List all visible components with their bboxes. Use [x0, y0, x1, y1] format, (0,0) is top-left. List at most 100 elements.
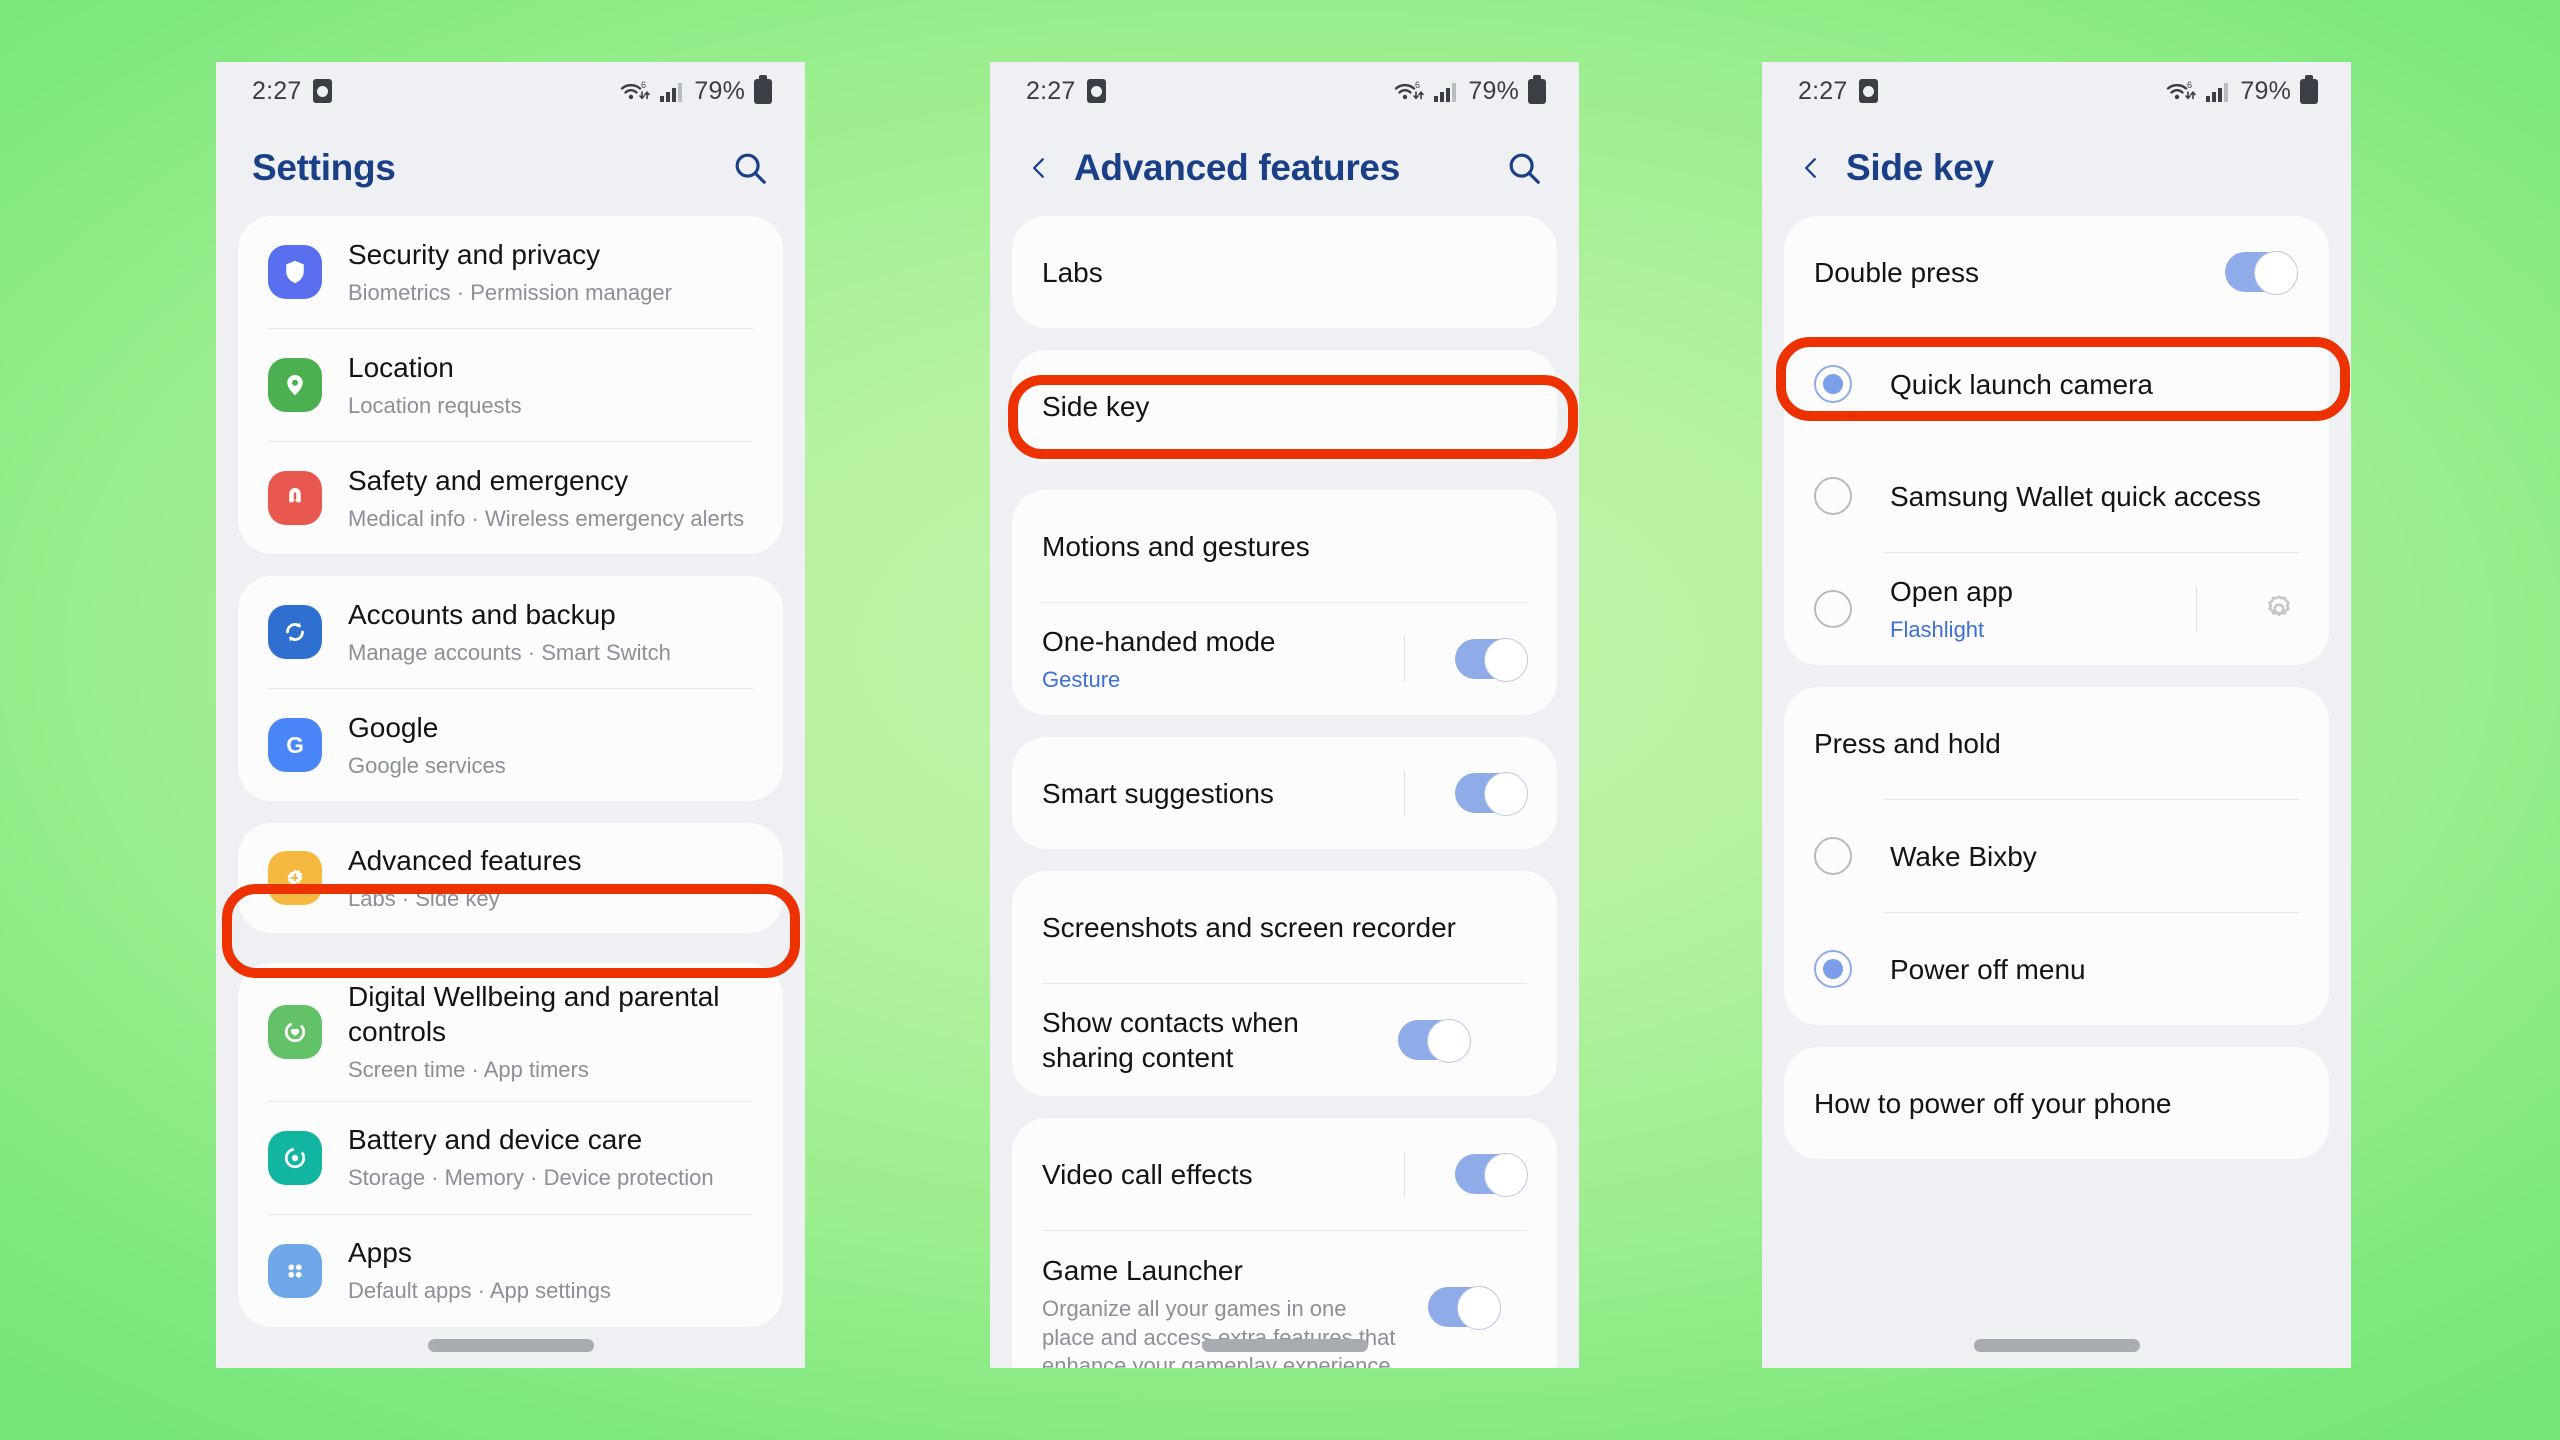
- row-texts: How to power off your phone: [1814, 1070, 2299, 1137]
- status-bar-left: 2:27: [1798, 77, 1879, 106]
- radio-button[interactable]: [1814, 590, 1852, 628]
- list-item-labs[interactable]: Labs: [1012, 216, 1557, 328]
- row-texts: Show contacts when sharing content: [1042, 989, 1372, 1091]
- cellular-signal-icon: [2206, 82, 2229, 102]
- row-texts: Press and hold: [1814, 710, 2299, 777]
- advanced-features-scroll-area[interactable]: Labs Side key Motions and gestures One-h…: [990, 216, 1579, 1368]
- search-icon[interactable]: [1505, 149, 1543, 187]
- row-texts: Location Location requests: [348, 334, 753, 437]
- row-title: Location: [348, 351, 454, 383]
- row-texts: Google Google services: [348, 694, 753, 797]
- gesture-bar[interactable]: [1973, 1339, 2140, 1352]
- settings-title-bar: Settings: [216, 120, 805, 216]
- vertical-divider: [1404, 636, 1405, 682]
- row-title: Side key: [1042, 390, 1150, 422]
- row-title: Samsung Wallet quick access: [1890, 480, 2261, 512]
- wifi-6-icon: 6: [621, 80, 651, 100]
- alarm-icon: [1087, 79, 1107, 103]
- google-g-icon: G: [268, 718, 322, 772]
- row-title: Power off menu: [1890, 953, 2086, 985]
- back-chevron-icon[interactable]: [1798, 155, 1824, 181]
- sidebar-item-location[interactable]: Location Location requests: [238, 329, 783, 441]
- game-launcher-toggle[interactable]: [1428, 1286, 1501, 1330]
- list-item-one-handed-mode[interactable]: One-handed mode Gesture: [1012, 603, 1557, 715]
- battery-percent-label: 79%: [1468, 76, 1519, 105]
- sidebar-item-digital-wellbeing[interactable]: Digital Wellbeing and parental controls …: [238, 963, 783, 1101]
- list-item-side-key[interactable]: Side key: [1012, 350, 1557, 462]
- af-group-side-key: Side key: [1012, 350, 1557, 462]
- settings-group-2: Accounts and backup Manage accounts · Sm…: [238, 576, 783, 801]
- back-chevron-icon[interactable]: [1026, 155, 1052, 181]
- location-pin-icon: [268, 358, 322, 412]
- sidebar-item-battery-and-device-care[interactable]: Battery and device care Storage · Memory…: [238, 1102, 783, 1214]
- sidebar-item-google[interactable]: G Google Google services: [238, 689, 783, 801]
- svg-text:6: 6: [2187, 80, 2192, 90]
- search-icon[interactable]: [731, 149, 769, 187]
- gear-icon[interactable]: [2259, 589, 2299, 629]
- advanced-features-title-bar: Advanced features: [990, 120, 1579, 216]
- list-item-screenshots-and-screen-recorder[interactable]: Screenshots and screen recorder: [1012, 871, 1557, 983]
- row-texts: Motions and gestures: [1042, 513, 1527, 580]
- settings-scroll-area[interactable]: Security and privacy Biometrics · Permis…: [216, 216, 805, 1368]
- gesture-bar[interactable]: [1201, 1339, 1368, 1352]
- list-item-double-press[interactable]: Double press: [1784, 216, 2329, 328]
- radio-button[interactable]: [1814, 950, 1852, 988]
- row-title: Wake Bixby: [1890, 840, 2037, 872]
- row-texts: Digital Wellbeing and parental controls …: [348, 963, 753, 1101]
- settings-group-1: Security and privacy Biometrics · Permis…: [238, 216, 783, 554]
- battery-percent-label: 79%: [2240, 76, 2291, 105]
- double-press-toggle[interactable]: [2225, 251, 2298, 295]
- wellbeing-icon: [268, 1004, 322, 1059]
- vertical-divider: [1404, 1151, 1405, 1197]
- radio-button[interactable]: [1814, 837, 1852, 875]
- row-title: Digital Wellbeing and parental controls: [348, 981, 720, 1047]
- row-subtitle: Flashlight: [1890, 616, 1985, 642]
- list-item-motions-and-gestures[interactable]: Motions and gestures: [1012, 490, 1557, 602]
- list-item-smart-suggestions[interactable]: Smart suggestions: [1012, 737, 1557, 849]
- row-title: Video call effects: [1042, 1158, 1253, 1190]
- list-item-video-call-effects[interactable]: Video call effects: [1012, 1118, 1557, 1230]
- row-title: Press and hold: [1814, 727, 2001, 759]
- vertical-divider: [2196, 586, 2197, 632]
- one-handed-mode-toggle[interactable]: [1455, 638, 1528, 682]
- list-item-how-to-power-off-your-phone[interactable]: How to power off your phone: [1784, 1047, 2329, 1159]
- row-title: Motions and gestures: [1042, 530, 1310, 562]
- radio-item-samsung-wallet-quick-access[interactable]: Samsung Wallet quick access: [1784, 440, 2329, 552]
- status-bar: 2:27 6 79%: [1762, 62, 2351, 120]
- row-subtitle: Manage accounts · Smart Switch: [348, 639, 671, 665]
- status-bar: 2:27 6 79%: [990, 62, 1579, 120]
- gesture-bar[interactable]: [427, 1339, 594, 1352]
- phone-panel-advanced-features: 2:27 6 79% Advanced features Labs Side k…: [990, 62, 1579, 1368]
- status-time: 2:27: [1026, 76, 1076, 105]
- side-key-scroll-area[interactable]: Double press Quick launch camera Samsung…: [1762, 216, 2351, 1368]
- row-texts: Security and privacy Biometrics · Permis…: [348, 221, 753, 324]
- sidebar-item-security-and-privacy[interactable]: Security and privacy Biometrics · Permis…: [238, 216, 783, 328]
- smart-suggestions-toggle[interactable]: [1455, 772, 1528, 816]
- radio-button[interactable]: [1814, 365, 1852, 403]
- alarm-icon: [1859, 79, 1879, 103]
- radio-item-power-off-menu[interactable]: Power off menu: [1784, 913, 2329, 1025]
- video-call-effects-toggle[interactable]: [1455, 1153, 1528, 1197]
- radio-item-wake-bixby[interactable]: Wake Bixby: [1784, 800, 2329, 912]
- status-bar-right: 6 79%: [2166, 74, 2318, 106]
- row-texts: Video call effects: [1042, 1141, 1378, 1208]
- show-contacts-toggle[interactable]: [1398, 1019, 1471, 1063]
- row-title: Safety and emergency: [348, 464, 629, 496]
- sidebar-item-advanced-features[interactable]: Advanced features Labs · Side key: [238, 823, 783, 933]
- screenshot-stage: 2:27 6 79% Settings Security and privacy…: [0, 0, 2560, 1440]
- radio-item-open-app[interactable]: Open app Flashlight: [1784, 553, 2329, 665]
- row-title: Quick launch camera: [1890, 368, 2154, 400]
- radio-button[interactable]: [1814, 477, 1852, 515]
- row-title: Smart suggestions: [1042, 777, 1274, 809]
- row-texts: One-handed mode Gesture: [1042, 608, 1378, 711]
- row-title: Advanced features: [348, 844, 582, 876]
- sidebar-item-apps[interactable]: Apps Default apps · App settings: [238, 1215, 783, 1327]
- row-texts: Apps Default apps · App settings: [348, 1219, 753, 1322]
- sidebar-item-safety-and-emergency[interactable]: Safety and emergency Medical info · Wire…: [238, 442, 783, 554]
- af-group-screenshots: Screenshots and screen recorder Show con…: [1012, 871, 1557, 1096]
- list-item-show-contacts-when-sharing[interactable]: Show contacts when sharing content: [1012, 984, 1557, 1096]
- battery-icon: [1528, 74, 1546, 104]
- row-subtitle: Screen time · App timers: [348, 1057, 589, 1082]
- radio-item-quick-launch-camera[interactable]: Quick launch camera: [1784, 328, 2329, 440]
- sidebar-item-accounts-and-backup[interactable]: Accounts and backup Manage accounts · Sm…: [238, 576, 783, 688]
